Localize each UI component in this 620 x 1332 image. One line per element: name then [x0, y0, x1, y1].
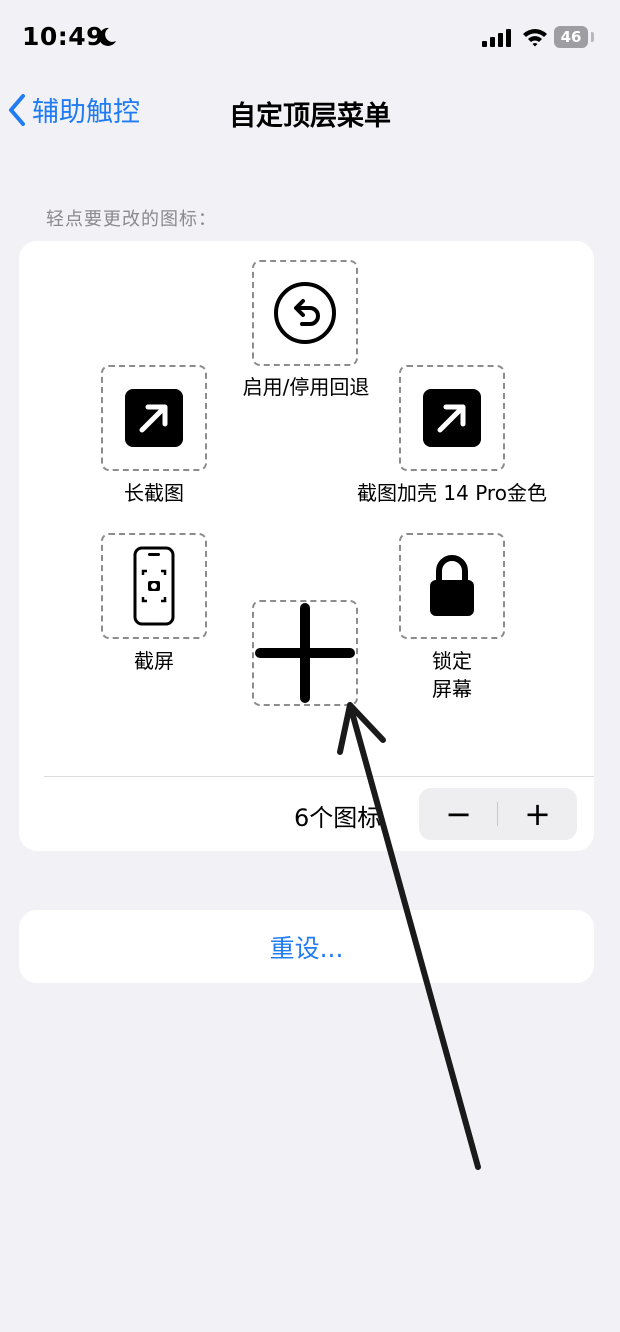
icon-count: 6个图标	[294, 804, 382, 832]
plus-icon	[255, 603, 355, 703]
menu-slot-framed-screenshot[interactable]	[399, 365, 505, 471]
menu-slot-label: 启用/停用回退	[242, 375, 370, 399]
status-time: 10:49	[22, 22, 105, 51]
arrow-up-right-square-icon	[423, 389, 481, 447]
lock-label-line1: 锁定	[432, 649, 472, 673]
moon-icon	[98, 27, 116, 46]
increment-button[interactable]: +	[498, 788, 577, 840]
lock-icon	[430, 555, 474, 616]
icon-count-stepper: − +	[419, 788, 577, 840]
menu-slot-label: 截图加壳 14 Pro金色	[357, 481, 547, 505]
battery-indicator: 46	[554, 26, 588, 48]
plus-icon: +	[524, 795, 551, 833]
undo-circle-icon	[274, 282, 336, 344]
cellular-signal-icon	[482, 29, 511, 47]
divider	[44, 776, 594, 777]
battery-cap	[591, 32, 594, 42]
decrement-button[interactable]: −	[419, 788, 498, 840]
battery-level: 46	[560, 28, 582, 46]
section-caption: 轻点要更改的图标：	[46, 209, 217, 230]
menu-slot-label: 长截图	[124, 481, 184, 505]
wifi-icon	[523, 29, 547, 47]
reset-label: 重设...	[269, 933, 344, 963]
menu-slot-lock-screen[interactable]	[399, 533, 505, 639]
phone-screenshot-icon	[133, 546, 175, 626]
reset-button[interactable]: 重设...	[19, 910, 594, 983]
add-icon-slot[interactable]	[252, 600, 358, 706]
menu-slot-back-toggle[interactable]	[252, 260, 358, 366]
menu-slot-long-screenshot[interactable]	[101, 365, 207, 471]
menu-slot-label: 截屏	[134, 649, 174, 673]
arrow-up-right-square-icon	[125, 389, 183, 447]
lock-label-line2: 屏幕	[432, 677, 472, 701]
page-title: 自定顶层菜单	[229, 101, 391, 132]
menu-slot-screenshot[interactable]	[101, 533, 207, 639]
menu-slot-label: 锁定 屏幕	[372, 647, 532, 703]
minus-icon: −	[445, 795, 472, 833]
